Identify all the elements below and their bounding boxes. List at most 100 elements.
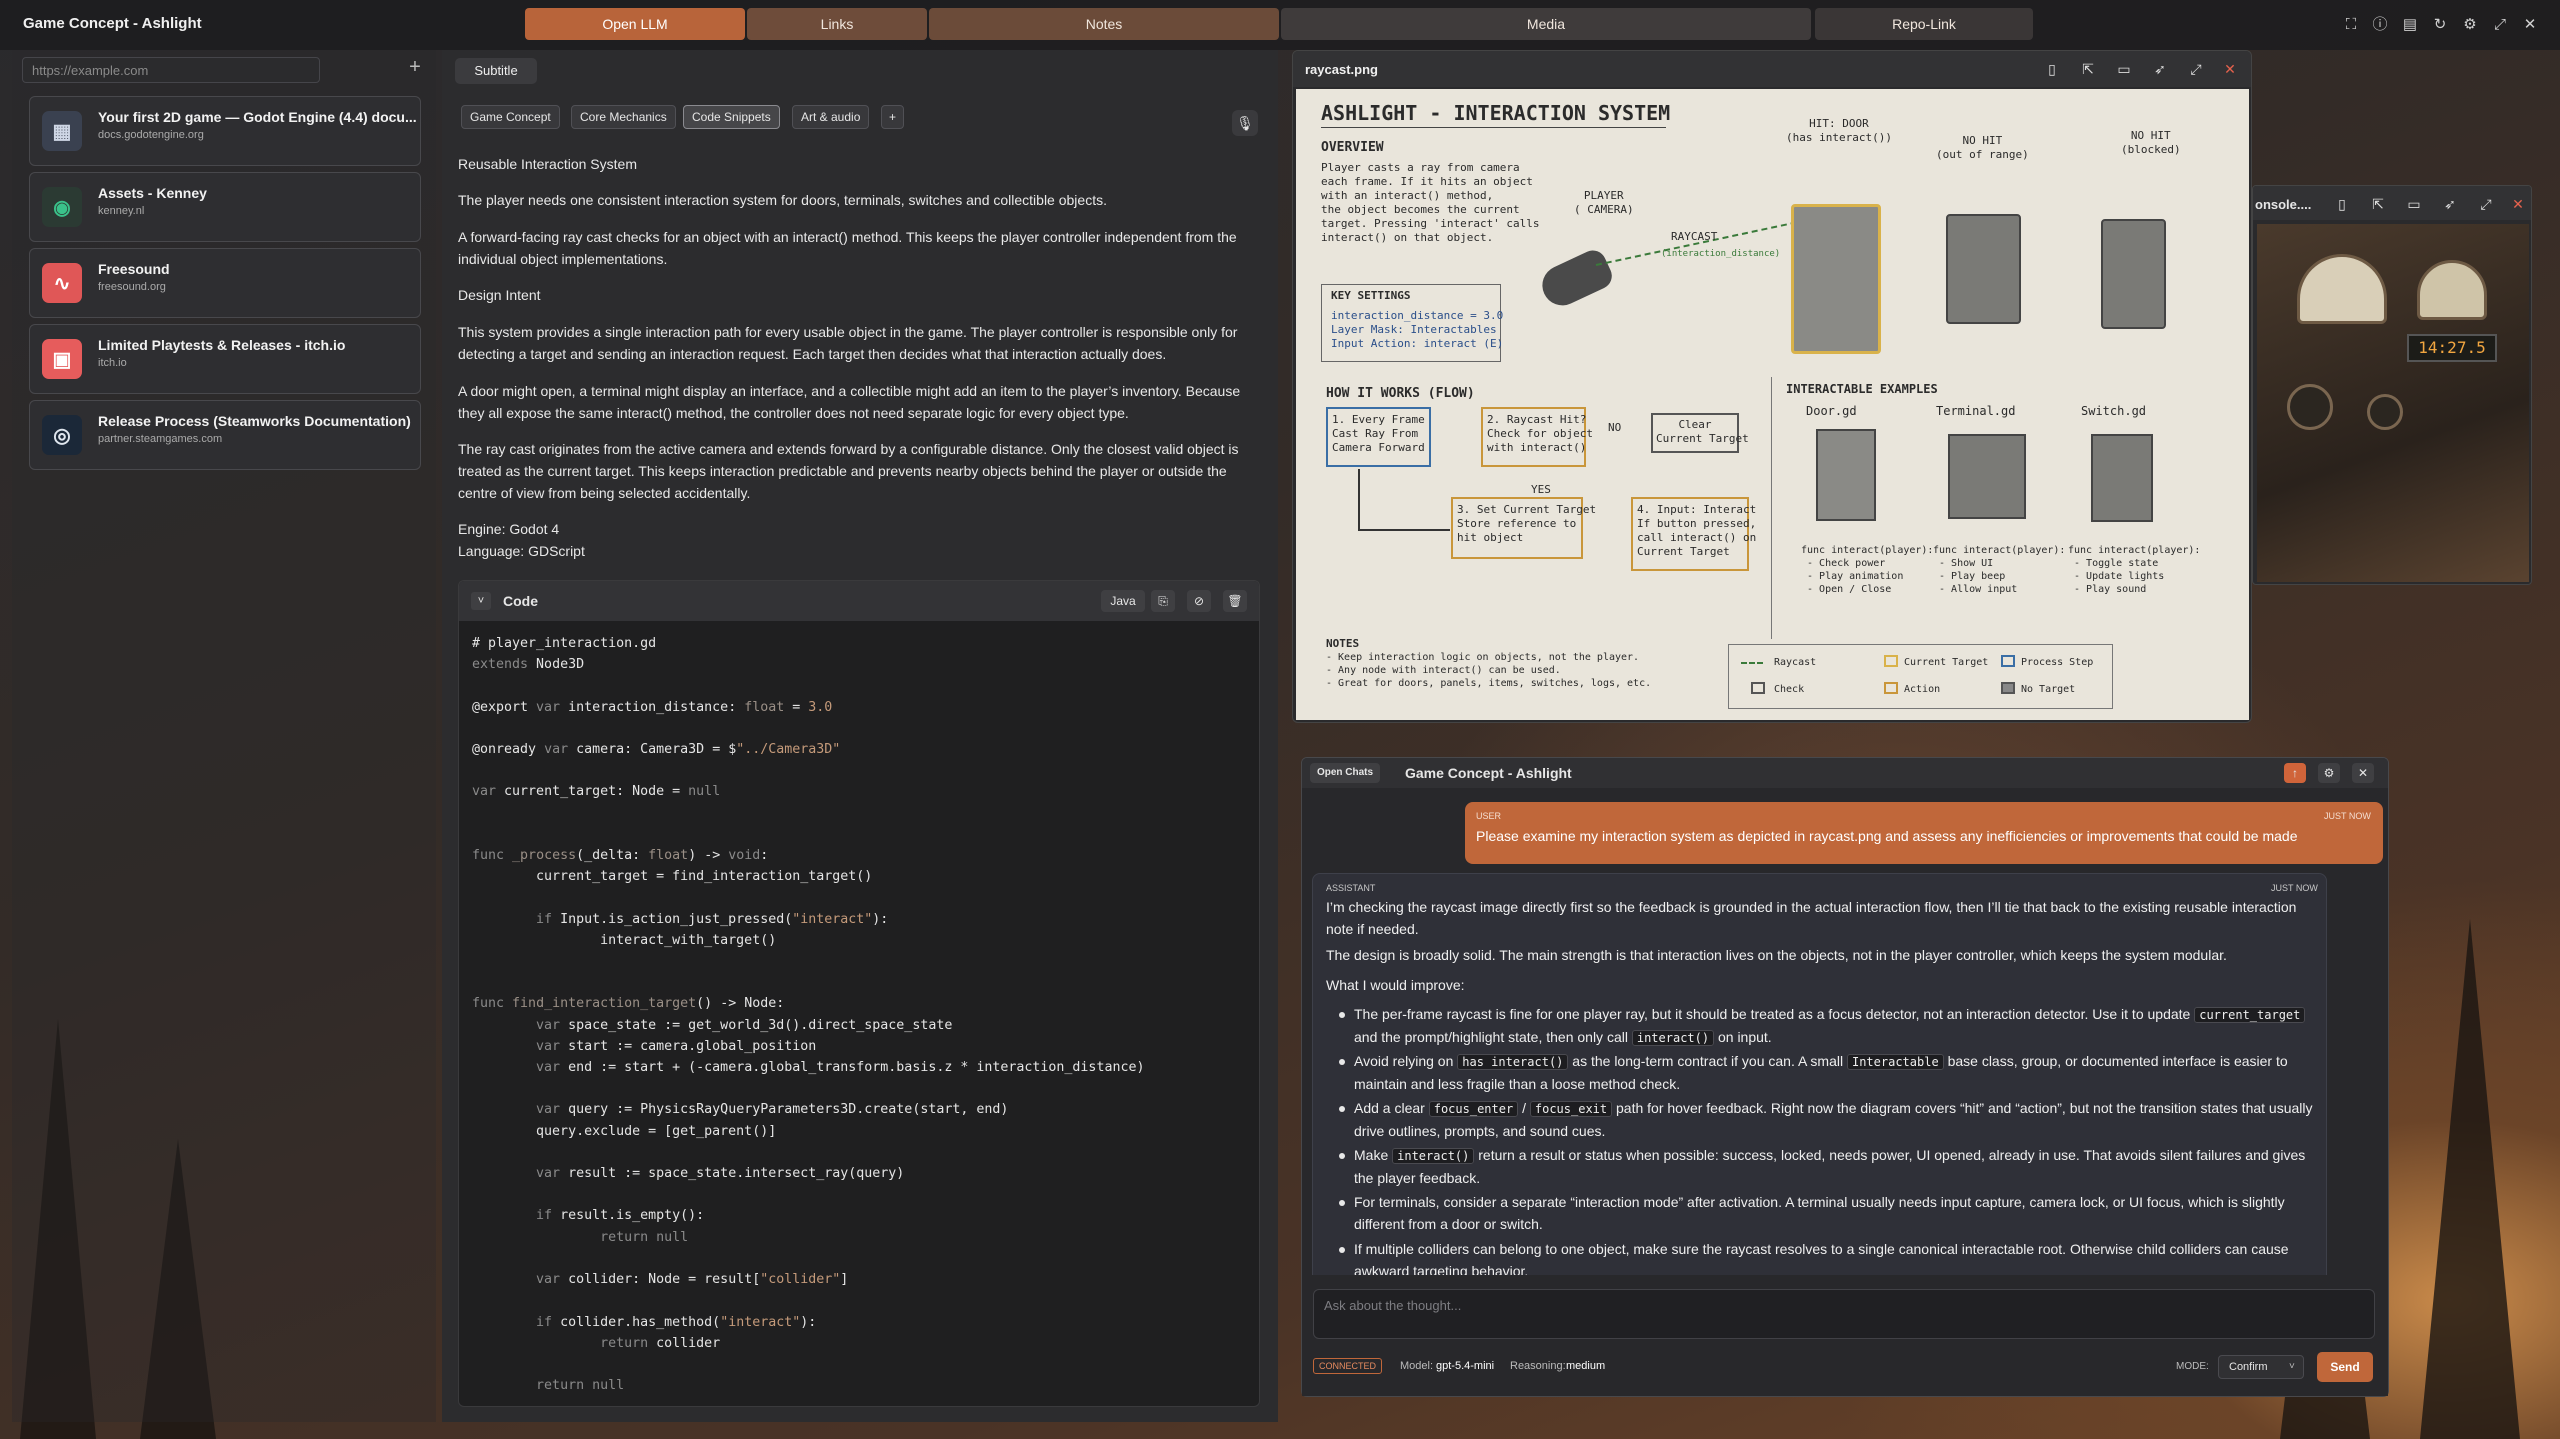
hit-door-label: HIT: DOOR (has interact())	[1786, 117, 1892, 144]
close-icon[interactable]: ✕	[2221, 60, 2239, 78]
external-link-icon[interactable]: ⇱	[2079, 60, 2097, 78]
tab-media[interactable]: Media	[1281, 8, 1811, 40]
open-chats-button[interactable]: Open Chats	[1310, 763, 1380, 783]
image-viewer-window[interactable]: raycast.png ▯ ⇱ ▭ ➶ ⤢ ✕ ASHLIGHT - INTER…	[1292, 50, 2252, 723]
image-window-header	[1293, 51, 2251, 87]
copy-icon[interactable]: ⎘	[1151, 590, 1175, 612]
player-hand-drawing	[1535, 246, 1617, 312]
gauge-dial	[2297, 254, 2387, 324]
example-name: Door.gd	[1806, 404, 1857, 418]
external-link-icon[interactable]: ⇱	[2369, 195, 2387, 213]
chat-input[interactable]: Ask about the thought...	[1313, 1289, 2375, 1339]
flow-clear-target: Clear Current Target	[1651, 413, 1749, 453]
url-input[interactable]: https://example.com	[22, 57, 320, 83]
refresh-icon[interactable]: ↻	[2431, 16, 2449, 34]
note-language: Language: GDScript	[458, 543, 585, 559]
fullscreen-icon[interactable]: ⤢	[2491, 16, 2509, 34]
mode-value: Confirm	[2229, 1361, 2268, 1373]
raycast-sublabel: (interaction_distance)	[1661, 249, 1781, 259]
assistant-bullet: Add a clear focus_enter / focus_exit pat…	[1354, 1100, 2313, 1139]
add-bookmark-button[interactable]: +	[405, 57, 425, 77]
folder-icon[interactable]: ▭	[2115, 60, 2133, 78]
code-content[interactable]: # player_interaction.gd extends Node3D @…	[472, 633, 1144, 1396]
chip-core-mechanics[interactable]: Core Mechanics	[571, 105, 676, 129]
legend-item: Raycast	[1774, 657, 1817, 668]
legend-item: Check	[1774, 684, 1805, 695]
bookmark-item[interactable]: ◉ Assets - Kenney kenney.nl	[29, 172, 421, 242]
gear-icon[interactable]: ⚙	[2318, 763, 2340, 783]
upload-icon[interactable]: ↑	[2284, 763, 2306, 783]
bookmark-domain: freesound.org	[98, 281, 166, 293]
trash-icon[interactable]: 🗑	[1223, 590, 1247, 612]
bookmark-item[interactable]: ◎ Release Process (Steamworks Documentat…	[29, 400, 421, 470]
rocket-icon[interactable]: ➶	[2151, 60, 2169, 78]
example-func: func interact(player): - Show UI - Play …	[1933, 545, 2066, 595]
status-badge: CONNECTED	[1313, 1358, 1383, 1374]
legend-swatch	[1884, 655, 1898, 667]
code-title: Code	[503, 593, 538, 609]
assistant-bullet: The per-frame raycast is fine for one pl…	[1354, 1003, 2314, 1049]
microphone-icon[interactable]: 🎙	[1232, 110, 1258, 136]
legend-item: No Target	[2021, 684, 2076, 695]
bookmark-title: Your first 2D game — Godot Engine (4.4) …	[98, 109, 417, 125]
no-hit-range-label: NO HIT (out of range)	[1936, 134, 2029, 161]
bullet-icon	[1339, 1106, 1345, 1112]
legend-swatch	[1884, 682, 1898, 694]
legend-swatch	[2001, 682, 2015, 694]
mode-label: MODE:	[2176, 1361, 2209, 1372]
layout-icon[interactable]: ▤	[2401, 16, 2419, 34]
assistant-improve-heading: What I would improve:	[1326, 977, 1465, 993]
screenshot-icon[interactable]: ⛶	[2342, 16, 2360, 34]
example-name: Terminal.gd	[1936, 404, 2016, 418]
language-select[interactable]: Java	[1101, 590, 1145, 612]
rocket-icon[interactable]: ➶	[2441, 195, 2459, 213]
document-icon[interactable]: ▯	[2333, 195, 2351, 213]
gear-icon[interactable]: ⚙	[2461, 16, 2479, 34]
user-time: JUST NOW	[2324, 811, 2371, 821]
top-bar	[0, 0, 2560, 50]
link-icon[interactable]: ⊘	[1187, 590, 1211, 612]
close-icon[interactable]: ✕	[2352, 763, 2374, 783]
document-icon[interactable]: ▯	[2043, 60, 2061, 78]
assistant-bullet: Avoid relying on has interact() as the l…	[1354, 1053, 2288, 1092]
close-icon[interactable]: ✕	[2509, 195, 2527, 213]
chip-art-audio[interactable]: Art & audio	[792, 105, 870, 129]
chip-code-snippets[interactable]: Code Snippets	[683, 105, 780, 129]
overview-heading: OVERVIEW	[1321, 140, 1384, 155]
info-icon[interactable]: ⓘ	[2371, 16, 2389, 34]
bookmark-item[interactable]: ∿ Freesound freesound.org	[29, 248, 421, 318]
tab-repo-link[interactable]: Repo-Link	[1815, 8, 2033, 40]
reasoning-label: Reasoning:	[1510, 1360, 1566, 1372]
itchio-icon: ▣	[42, 339, 82, 379]
raycast-label: RAYCAST	[1671, 230, 1718, 243]
bookmark-title: Release Process (Steamworks Documentatio…	[98, 413, 411, 429]
assistant-role-label: ASSISTANT	[1326, 883, 1376, 893]
steam-icon: ◎	[42, 415, 82, 455]
knob	[2287, 384, 2333, 430]
bookmark-item[interactable]: ▣ Limited Playtests & Releases - itch.io…	[29, 324, 421, 394]
tree-silhouette	[2420, 919, 2520, 1439]
tab-notes[interactable]: Notes	[929, 8, 1279, 40]
send-button[interactable]: Send	[2317, 1352, 2373, 1382]
tab-open-llm[interactable]: Open LLM	[525, 8, 745, 40]
bookmark-item[interactable]: ▦ Your first 2D game — Godot Engine (4.4…	[29, 96, 421, 166]
mode-select[interactable]: Confirm ˅	[2218, 1355, 2304, 1379]
expand-icon[interactable]: ⤢	[2187, 60, 2205, 78]
chip-game-concept[interactable]: Game Concept	[461, 105, 560, 129]
assistant-intro: I’m checking the raycast image directly …	[1326, 899, 2297, 937]
console-window[interactable]: onsole.... ▯ ⇱ ▭ ➶ ⤢ ✕ 14:27.5	[2252, 185, 2532, 585]
key-settings-heading: KEY SETTINGS	[1331, 289, 1411, 302]
tab-links[interactable]: Links	[747, 8, 927, 40]
close-icon[interactable]: ✕	[2521, 16, 2539, 34]
expand-icon[interactable]: ⤢	[2477, 195, 2495, 213]
subtitle-button[interactable]: Subtitle	[455, 58, 537, 84]
folder-icon[interactable]: ▭	[2405, 195, 2423, 213]
flow-step-1: 1. Every Frame Cast Ray From Camera Forw…	[1326, 407, 1431, 467]
bullet-icon	[1339, 1200, 1345, 1206]
assistant-bullet: For terminals, consider a separate “inte…	[1354, 1194, 2285, 1232]
sketch-title: ASHLIGHT - INTERACTION SYSTEM	[1321, 101, 1671, 125]
collapse-icon[interactable]: ˅	[471, 592, 491, 610]
add-chip-button[interactable]: +	[881, 105, 905, 129]
legend-item: Current Target	[1904, 657, 1989, 668]
door-drawing	[1791, 204, 1881, 354]
